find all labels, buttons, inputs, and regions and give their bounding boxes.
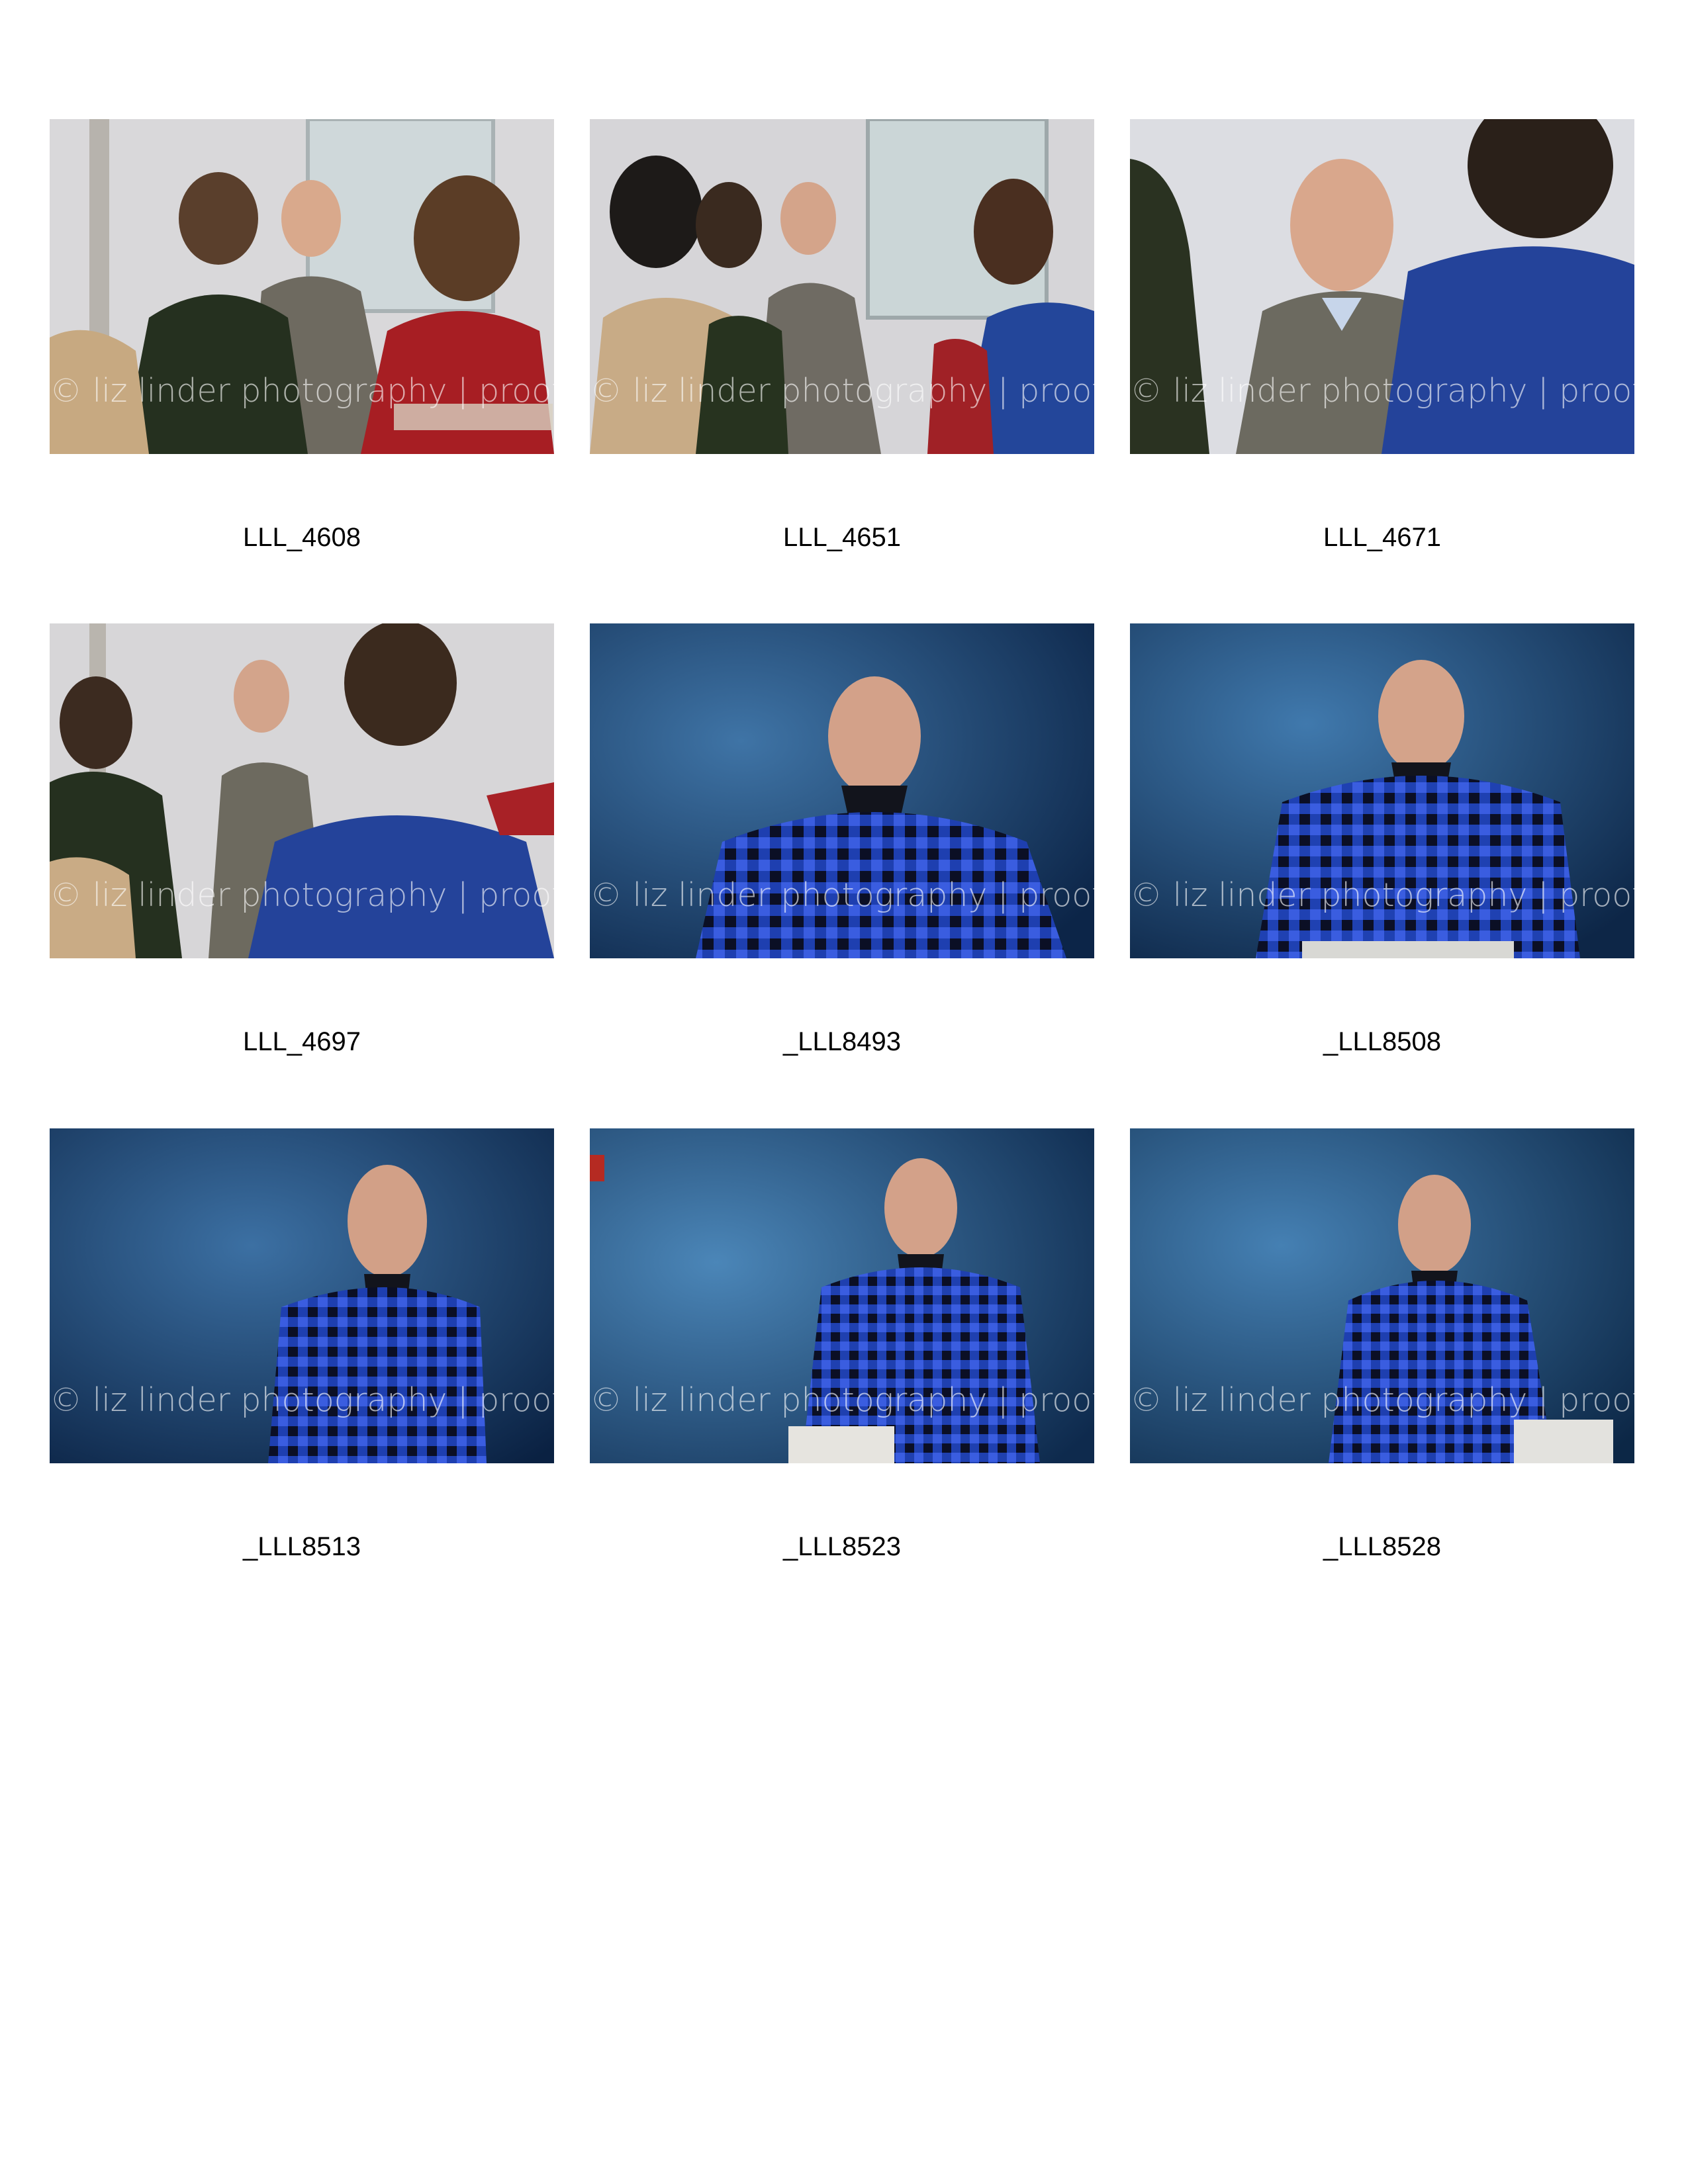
photo-thumbnail[interactable]: © liz linder photography | proof (590, 1128, 1094, 1463)
photo-thumbnail[interactable]: © liz linder photography | proof (1130, 1128, 1634, 1463)
watermark: © liz linder photography | proof (590, 1381, 1094, 1419)
watermark: © liz linder photography | proof (1130, 372, 1634, 410)
photo-cell: © liz linder photography | proof _LLL850… (1130, 623, 1634, 1056)
photo-caption: _LLL8493 (783, 1027, 901, 1056)
photo-thumbnail[interactable]: © liz linder photography | proof (50, 1128, 554, 1463)
photo-thumbnail[interactable]: © liz linder photography | proof (590, 623, 1094, 958)
photo-cell: © liz linder photography | proof LLL_467… (1130, 119, 1634, 552)
contact-sheet: © liz linder photography | proof LLL_460… (0, 0, 1688, 2184)
photo-cell: © liz linder photography | proof _LLL852… (590, 1128, 1094, 1561)
photo-thumbnail[interactable]: © liz linder photography | proof (50, 623, 554, 958)
photo-thumbnail[interactable]: © liz linder photography | proof (590, 119, 1094, 454)
photo-caption: _LLL8513 (243, 1532, 361, 1561)
photo-caption: LLL_4697 (243, 1027, 361, 1056)
watermark: © liz linder photography | proof (50, 372, 554, 410)
photo-cell: © liz linder photography | proof LLL_460… (50, 119, 554, 552)
photo-caption: LLL_4671 (1323, 523, 1441, 552)
watermark: © liz linder photography | proof (1130, 876, 1634, 914)
photo-cell: © liz linder photography | proof _LLL849… (590, 623, 1094, 1056)
photo-caption: _LLL8508 (1323, 1027, 1441, 1056)
watermark: © liz linder photography | proof (50, 876, 554, 914)
watermark: © liz linder photography | proof (1130, 1381, 1634, 1419)
photo-cell: © liz linder photography | proof _LLL851… (50, 1128, 554, 1561)
watermark: © liz linder photography | proof (590, 876, 1094, 914)
photo-thumbnail[interactable]: © liz linder photography | proof (1130, 623, 1634, 958)
photo-cell: © liz linder photography | proof LLL_469… (50, 623, 554, 1056)
photo-thumbnail[interactable]: © liz linder photography | proof (1130, 119, 1634, 454)
photo-caption: _LLL8523 (783, 1532, 901, 1561)
photo-cell: © liz linder photography | proof LLL_465… (590, 119, 1094, 552)
watermark: © liz linder photography | proof (50, 1381, 554, 1419)
photo-caption: LLL_4651 (783, 523, 901, 552)
photo-caption: LLL_4608 (243, 523, 361, 552)
photo-thumbnail[interactable]: © liz linder photography | proof (50, 119, 554, 454)
photo-caption: _LLL8528 (1323, 1532, 1441, 1561)
watermark: © liz linder photography | proof (590, 372, 1094, 410)
photo-cell: © liz linder photography | proof _LLL852… (1130, 1128, 1634, 1561)
